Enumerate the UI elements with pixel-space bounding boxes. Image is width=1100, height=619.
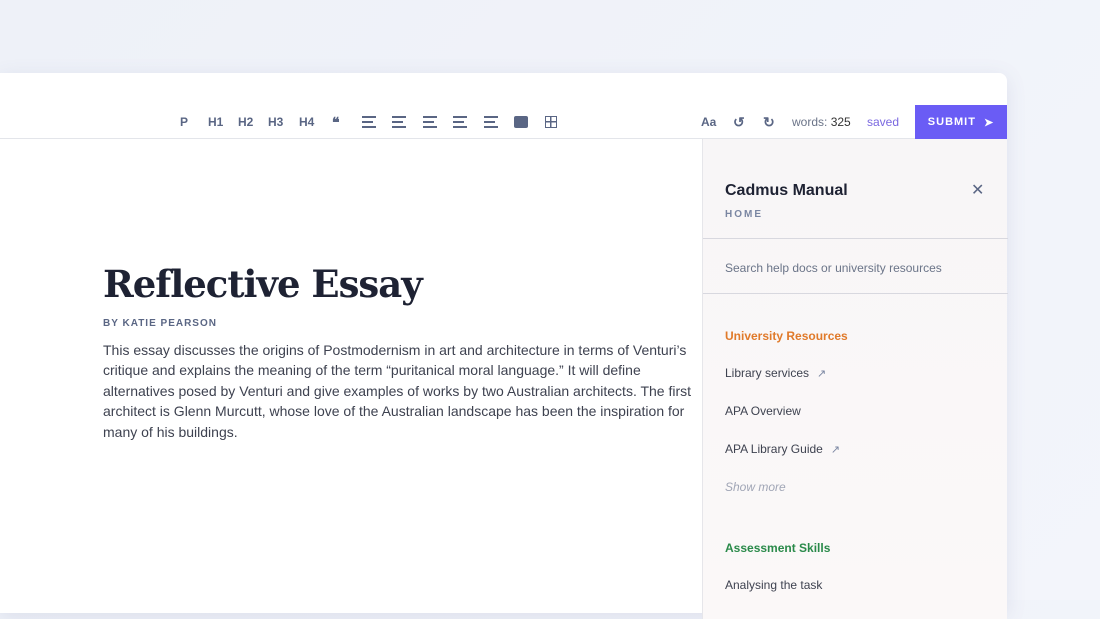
link-apa-library-guide[interactable]: APA Library Guide ↗ [725, 442, 840, 456]
redo-icon[interactable]: ↻ [763, 105, 775, 139]
link-label: Library services [725, 366, 810, 380]
camera-icon[interactable] [514, 105, 528, 139]
save-status: saved [867, 115, 900, 129]
align-center-icon[interactable] [392, 105, 406, 139]
close-icon[interactable]: ✕ [971, 180, 984, 200]
checklist-icon[interactable] [484, 105, 498, 139]
show-more-link[interactable]: Show more [725, 480, 786, 494]
search-input[interactable]: Search help docs or university resources [725, 261, 942, 275]
external-link-icon: ↗ [817, 368, 827, 380]
document-title[interactable]: Reflective Essay [103, 262, 423, 306]
h4-button[interactable]: H4 [299, 105, 314, 139]
link-library-services[interactable]: Library services ↗ [725, 366, 826, 380]
bullet-list-icon[interactable] [453, 105, 467, 139]
section-assessment-skills: Assessment Skills [725, 541, 831, 555]
font-button[interactable]: Aa [701, 105, 716, 139]
external-link-icon: ↗ [830, 444, 841, 456]
words-label: words: [792, 115, 828, 129]
submit-button[interactable]: SUBMIT ➤ [915, 105, 1007, 139]
h3-button[interactable]: H3 [268, 105, 283, 139]
numbered-list-icon[interactable] [423, 105, 437, 139]
link-analysing-the-task[interactable]: Analysing the task [725, 578, 822, 592]
section-university-resources: University Resources [725, 329, 848, 343]
table-icon[interactable] [545, 105, 557, 139]
toolbar: P H1 H2 H3 H4 ❝ Aa ↺ ↻ words: 325 saved … [0, 105, 1007, 139]
breadcrumb[interactable]: HOME [725, 209, 763, 220]
link-label: APA Library Guide [725, 442, 823, 456]
h2-button[interactable]: H2 [238, 105, 253, 139]
h1-button[interactable]: H1 [208, 105, 223, 139]
manual-title: Cadmus Manual [725, 182, 848, 199]
divider [703, 293, 1008, 294]
submit-label: SUBMIT [927, 116, 976, 128]
word-count: words: 325 [792, 105, 851, 139]
byline: BY KATIE PEARSON [103, 318, 217, 329]
undo-icon[interactable]: ↺ [733, 105, 745, 139]
paragraph-button[interactable]: P [180, 105, 188, 139]
document-body[interactable]: This essay discusses the origins of Post… [103, 340, 693, 442]
words-count: 325 [830, 115, 851, 129]
link-apa-overview[interactable]: APA Overview [725, 404, 801, 418]
quote-icon[interactable]: ❝ [332, 105, 340, 139]
manual-panel: Cadmus Manual HOME ✕ Search help docs or… [702, 139, 1008, 609]
send-icon: ➤ [983, 116, 995, 129]
align-left-icon[interactable] [362, 105, 376, 139]
divider [703, 238, 1008, 239]
